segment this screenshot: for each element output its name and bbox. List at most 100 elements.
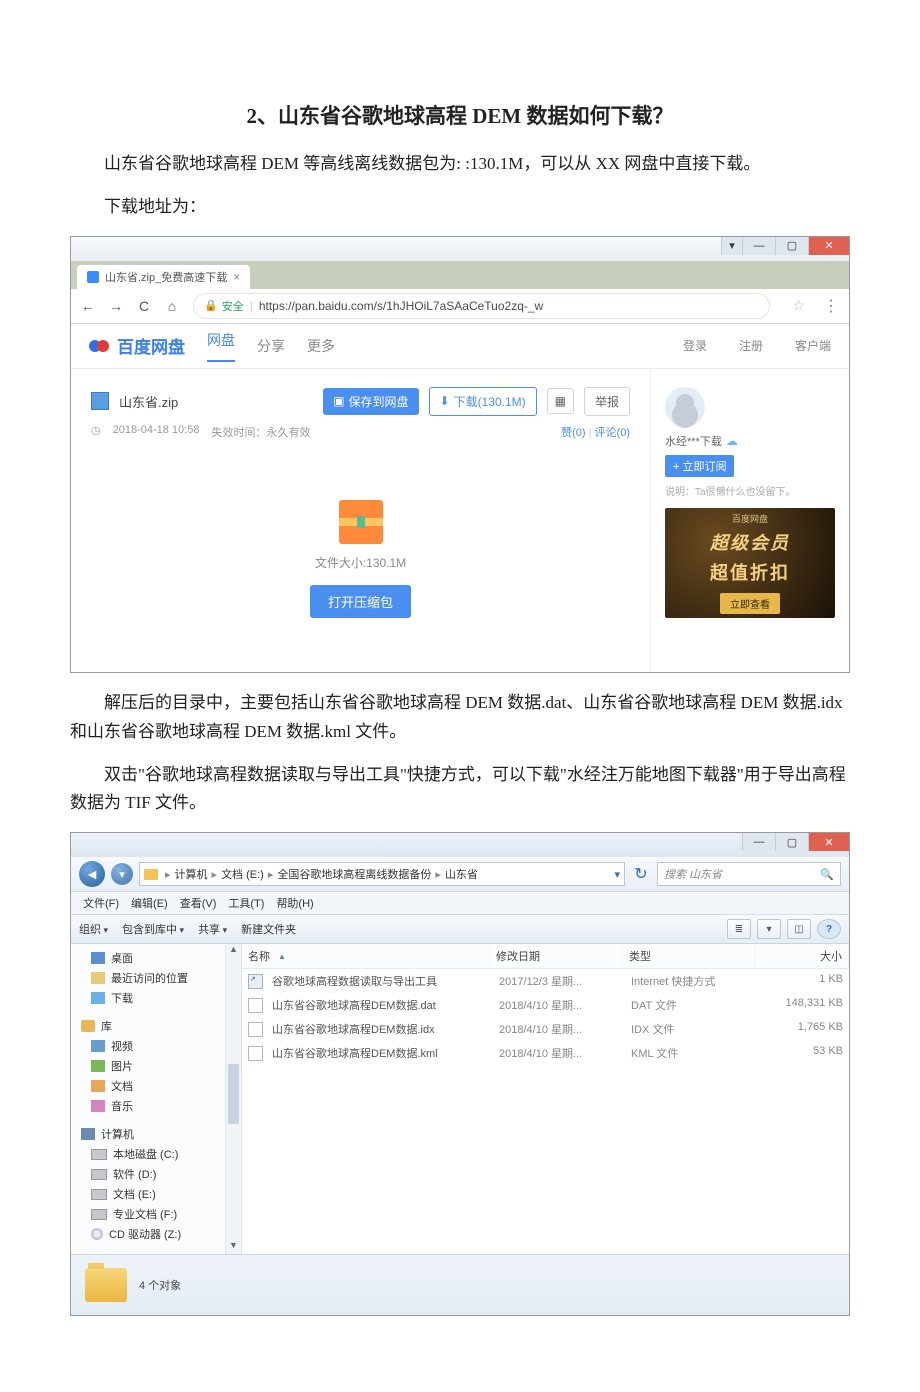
- nav-forward-button[interactable]: ▾: [111, 863, 133, 885]
- sidebar-item-videos[interactable]: 视频: [71, 1036, 241, 1056]
- nav-forward-icon[interactable]: →: [109, 298, 123, 314]
- open-archive-button[interactable]: 打开压缩包: [310, 585, 411, 618]
- nav-back-icon[interactable]: ←: [81, 298, 95, 314]
- menu-edit[interactable]: 编辑(E): [127, 893, 172, 913]
- baidu-pan-screenshot: ▾ — ▢ ✕ 山东省.zip_免费高速下载 × ← → C ⌂ 🔒 安全 | …: [70, 236, 850, 673]
- promo-cta-button[interactable]: 立即查看: [720, 593, 780, 614]
- menu-file[interactable]: 文件(F): [79, 893, 123, 913]
- cloud-icon: [89, 335, 111, 357]
- file-icon: [248, 998, 263, 1013]
- col-type[interactable]: 类型: [623, 944, 756, 968]
- login-link[interactable]: 登录: [683, 337, 707, 354]
- sidebar-item-recent[interactable]: 最近访问的位置: [71, 968, 241, 988]
- sidebar-scrollbar[interactable]: ▲ ▼: [225, 944, 241, 1254]
- qr-icon: ▦: [555, 394, 566, 408]
- baidu-pan-logo[interactable]: 百度网盘: [89, 333, 185, 358]
- subscribe-button[interactable]: + 立即订阅: [665, 455, 734, 477]
- nav-home-icon[interactable]: ⌂: [165, 298, 179, 314]
- menu-bar: 文件(F) 编辑(E) 查看(V) 工具(T) 帮助(H): [71, 892, 849, 915]
- view-mode-button[interactable]: ≣: [727, 919, 751, 939]
- window-minimize-icon[interactable]: —: [742, 237, 775, 255]
- clock-icon: ◷: [91, 424, 101, 440]
- bookmark-star-icon[interactable]: ☆: [792, 297, 805, 314]
- file-row[interactable]: 山东省谷歌地球高程DEM数据.dat2018/4/10 星期...DAT 文件1…: [242, 993, 849, 1017]
- col-date[interactable]: 修改日期: [490, 944, 623, 968]
- video-icon: [91, 1040, 105, 1052]
- secure-badge: 🔒 安全: [204, 298, 244, 314]
- uploader-name: 水经***下载 ☁: [665, 433, 835, 449]
- computer-icon: [81, 1128, 95, 1140]
- window-close-icon[interactable]: ✕: [808, 237, 849, 255]
- nav-pan[interactable]: 网盘: [207, 330, 235, 362]
- menu-tools[interactable]: 工具(T): [224, 893, 268, 913]
- new-folder-button[interactable]: 新建文件夹: [241, 921, 296, 937]
- search-input[interactable]: 搜索 山东省 🔍: [657, 862, 841, 886]
- lock-icon: 🔒: [204, 299, 218, 312]
- file-row[interactable]: 谷歌地球高程数据读取与导出工具2017/12/3 星期...Internet 快…: [242, 969, 849, 993]
- browser-tab[interactable]: 山东省.zip_免费高速下载 ×: [77, 265, 250, 289]
- view-dropdown-icon[interactable]: ▾: [757, 919, 781, 939]
- drive-icon: [91, 1209, 107, 1220]
- window-minimize-icon[interactable]: —: [742, 833, 775, 851]
- register-link[interactable]: 注册: [739, 337, 763, 354]
- col-name[interactable]: 名称▲: [242, 944, 490, 968]
- menu-view[interactable]: 查看(V): [176, 893, 221, 913]
- refresh-icon[interactable]: ↻: [631, 864, 651, 884]
- sidebar-item-pictures[interactable]: 图片: [71, 1056, 241, 1076]
- sidebar-item-documents[interactable]: 文档: [71, 1076, 241, 1096]
- status-bar: 4 个对象: [71, 1254, 849, 1315]
- scroll-down-icon[interactable]: ▼: [226, 1240, 241, 1254]
- file-name: 山东省.zip: [119, 392, 178, 411]
- nav-more[interactable]: 更多: [307, 336, 335, 356]
- sidebar-item-libraries[interactable]: 库: [71, 1016, 241, 1036]
- file-size-label: 文件大小:130.1M: [91, 554, 630, 571]
- save-to-pan-button[interactable]: ▣ 保存到网盘: [323, 388, 418, 415]
- help-icon[interactable]: ?: [817, 919, 841, 939]
- baidu-header: 百度网盘 网盘 分享 更多 登录 注册 客户端: [71, 324, 849, 369]
- paragraph-2: 下载地址为：: [70, 193, 850, 222]
- window-maximize-icon[interactable]: ▢: [775, 833, 808, 851]
- tab-close-icon[interactable]: ×: [233, 270, 240, 284]
- menu-help[interactable]: 帮助(H): [272, 893, 317, 913]
- col-size[interactable]: 大小: [756, 944, 849, 968]
- user-avatar[interactable]: [665, 387, 705, 427]
- download-icon: ⬇: [440, 394, 450, 408]
- report-button[interactable]: 举报: [584, 387, 630, 416]
- window-dropdown-icon[interactable]: ▾: [721, 237, 742, 255]
- sidebar-item-drive-e[interactable]: 文档 (E:): [71, 1184, 241, 1204]
- share-button[interactable]: 共享: [198, 921, 227, 937]
- sidebar-item-drive-z[interactable]: CD 驱动器 (Z:): [71, 1224, 241, 1244]
- file-row[interactable]: 山东省谷歌地球高程DEM数据.kml2018/4/10 星期...KML 文件5…: [242, 1041, 849, 1065]
- nav-share[interactable]: 分享: [257, 336, 285, 356]
- sidebar-item-desktop[interactable]: 桌面: [71, 948, 241, 968]
- organize-button[interactable]: 组织: [79, 921, 108, 937]
- window-close-icon[interactable]: ✕: [808, 833, 849, 851]
- preview-pane-button[interactable]: ◫: [787, 919, 811, 939]
- sidebar-item-music[interactable]: 音乐: [71, 1096, 241, 1116]
- like-link[interactable]: 赞(0): [561, 427, 585, 439]
- file-row[interactable]: 山东省谷歌地球高程DEM数据.idx2018/4/10 星期...IDX 文件1…: [242, 1017, 849, 1041]
- sidebar-item-drive-c[interactable]: 本地磁盘 (C:): [71, 1144, 241, 1164]
- paragraph-3: 解压后的目录中，主要包括山东省谷歌地球高程 DEM 数据.dat、山东省谷歌地球…: [70, 689, 850, 747]
- client-link[interactable]: 客户端: [795, 337, 831, 354]
- scroll-up-icon[interactable]: ▲: [226, 944, 241, 958]
- window-maximize-icon[interactable]: ▢: [775, 237, 808, 255]
- nav-back-button[interactable]: ◄: [79, 861, 105, 887]
- download-button[interactable]: ⬇ 下载(130.1M): [429, 387, 537, 416]
- comment-link[interactable]: 评论(0): [595, 427, 630, 439]
- sidebar-item-downloads[interactable]: 下载: [71, 988, 241, 1008]
- sidebar-item-computer[interactable]: 计算机: [71, 1124, 241, 1144]
- file-icon: [248, 1022, 263, 1037]
- sidebar-item-drive-f[interactable]: 专业文档 (F:): [71, 1204, 241, 1224]
- include-lib-button[interactable]: 包含到库中: [122, 921, 184, 937]
- browser-menu-icon[interactable]: ⋮: [823, 296, 839, 316]
- promo-banner[interactable]: 百度网盘 超级会员 超值折扣 立即查看: [665, 508, 835, 618]
- breadcrumb-dropdown-icon[interactable]: ▾: [614, 868, 620, 881]
- breadcrumb[interactable]: ▸ 计算机▸ 文档 (E:)▸ 全国谷歌地球高程离线数据备份▸ 山东省 ▾: [139, 862, 625, 886]
- qr-button[interactable]: ▦: [547, 388, 574, 414]
- verified-icon: ☁: [726, 434, 738, 448]
- window-titlebar: ▾ — ▢ ✕: [71, 237, 849, 261]
- nav-reload-icon[interactable]: C: [137, 298, 151, 314]
- url-input[interactable]: 🔒 安全 | https://pan.baidu.com/s/1hJHOiL7a…: [193, 293, 770, 319]
- sidebar-item-drive-d[interactable]: 软件 (D:): [71, 1164, 241, 1184]
